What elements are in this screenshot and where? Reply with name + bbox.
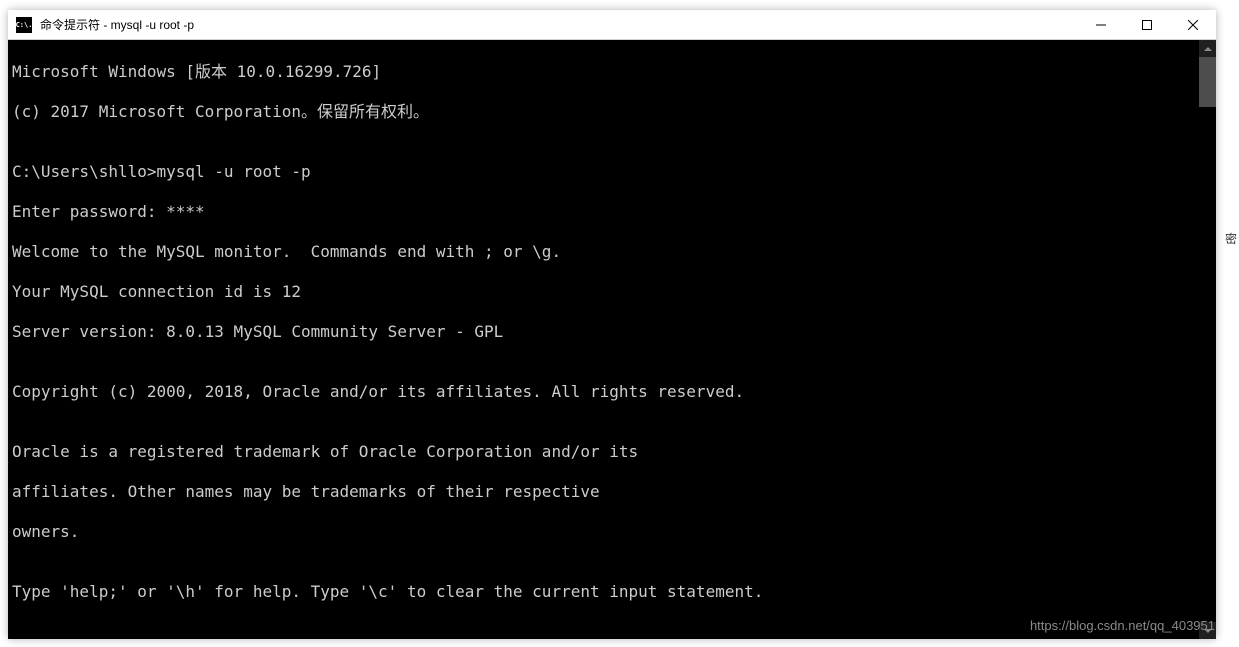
- command-prompt-window: C:\. 命令提示符 - mysql -u root -p Microsoft …: [8, 10, 1216, 639]
- terminal-line: Your MySQL connection id is 12: [12, 282, 1212, 302]
- titlebar[interactable]: C:\. 命令提示符 - mysql -u root -p: [8, 10, 1216, 40]
- terminal-content[interactable]: Microsoft Windows [版本 10.0.16299.726] (c…: [8, 40, 1216, 639]
- terminal-line: (c) 2017 Microsoft Corporation。保留所有权利。: [12, 102, 1212, 122]
- terminal-line: Microsoft Windows [版本 10.0.16299.726]: [12, 62, 1212, 82]
- terminal-line: Oracle is a registered trademark of Orac…: [12, 442, 1212, 462]
- terminal-line: Enter password: ****: [12, 202, 1212, 222]
- minimize-icon: [1096, 20, 1106, 30]
- minimize-button[interactable]: [1078, 10, 1124, 39]
- terminal-line: C:\Users\shllo>mysql -u root -p: [12, 162, 1212, 182]
- titlebar-buttons: [1078, 10, 1216, 39]
- watermark-text: https://blog.csdn.net/qq_403951: [1030, 618, 1215, 633]
- side-char: 密: [1225, 230, 1237, 247]
- scrollbar-up-button[interactable]: [1199, 40, 1216, 57]
- cmd-icon: C:\.: [16, 17, 32, 33]
- terminal-line: Welcome to the MySQL monitor. Commands e…: [12, 242, 1212, 262]
- terminal-line: Copyright (c) 2000, 2018, Oracle and/or …: [12, 382, 1212, 402]
- scrollbar[interactable]: [1199, 40, 1216, 639]
- terminal-line: owners.: [12, 522, 1212, 542]
- terminal-line: Server version: 8.0.13 MySQL Community S…: [12, 322, 1212, 342]
- maximize-button[interactable]: [1124, 10, 1170, 39]
- close-icon: [1188, 20, 1198, 30]
- chevron-up-icon: [1204, 47, 1212, 51]
- window-title: 命令提示符 - mysql -u root -p: [40, 16, 1078, 33]
- terminal-line: Type 'help;' or '\h' for help. Type '\c'…: [12, 582, 1212, 602]
- terminal-line: affiliates. Other names may be trademark…: [12, 482, 1212, 502]
- scrollbar-thumb[interactable]: [1199, 57, 1216, 107]
- close-button[interactable]: [1170, 10, 1216, 39]
- maximize-icon: [1142, 20, 1152, 30]
